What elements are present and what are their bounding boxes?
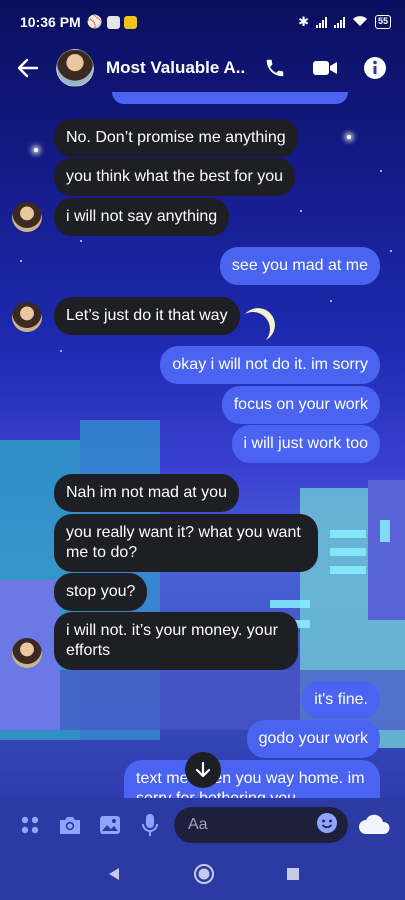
- phone-icon[interactable]: [259, 52, 291, 84]
- camera-icon[interactable]: [50, 805, 90, 845]
- wifi-icon: [352, 15, 368, 30]
- emoji-icon[interactable]: [316, 812, 338, 839]
- status-notification-icons: ⚾: [87, 14, 137, 30]
- message-input[interactable]: Aa: [174, 807, 348, 843]
- back-arrow-icon[interactable]: [0, 44, 56, 92]
- message-bubble-outgoing[interactable]: godo your work: [246, 720, 380, 758]
- info-icon[interactable]: [359, 52, 391, 84]
- app-notification-icon: [106, 15, 120, 29]
- nav-back-icon[interactable]: [106, 866, 122, 887]
- chat-header: Most Valuable A...: [0, 44, 405, 92]
- message-bubble-outgoing[interactable]: i will just work too: [231, 425, 380, 463]
- message-bubble-outgoing[interactable]: okay i will not do it. im sorry: [160, 346, 380, 384]
- arrow-down-icon: [195, 761, 211, 778]
- message-bubble-incoming[interactable]: Let’s just do it that way: [54, 297, 240, 335]
- microphone-icon[interactable]: [130, 805, 170, 845]
- contact-name[interactable]: Most Valuable A...: [106, 58, 246, 78]
- status-bar: 10:36 PM ⚾ ✱ 55: [0, 0, 405, 44]
- nav-home-icon[interactable]: [193, 863, 215, 890]
- contact-avatar-small: [12, 202, 42, 232]
- video-icon[interactable]: [309, 52, 341, 84]
- message-bubble-incoming[interactable]: you think what the best for you: [54, 158, 296, 196]
- message-bubble-outgoing[interactable]: it's fine.: [302, 681, 380, 719]
- cloud-icon[interactable]: [355, 805, 395, 845]
- message-bubble-outgoing[interactable]: text me when you way home. im sorry for …: [124, 760, 380, 798]
- message-bubble-incoming[interactable]: i will not. it’s your money. your effort…: [54, 612, 298, 670]
- system-navigation-bar: [0, 852, 405, 900]
- signal-icon: [333, 16, 345, 28]
- message-bubble-incoming[interactable]: i will not say anything: [54, 198, 230, 236]
- message-bubble-outgoing[interactable]: focus on your work: [221, 386, 380, 424]
- contact-avatar[interactable]: [56, 49, 94, 87]
- app-notification-icon: [123, 15, 137, 29]
- bluetooth-icon: ✱: [298, 14, 309, 29]
- message-bubble-incoming[interactable]: stop you?: [54, 573, 148, 611]
- contact-avatar-small: [12, 302, 42, 332]
- gallery-icon[interactable]: [90, 805, 130, 845]
- message-bubble-incoming[interactable]: No. Don’t promise me anything: [54, 119, 298, 157]
- apps-icon[interactable]: [10, 805, 50, 845]
- message-bubble-incoming[interactable]: Nah im not mad at you: [54, 474, 239, 512]
- message-composer: Aa: [0, 798, 405, 852]
- status-time: 10:36 PM: [20, 14, 81, 30]
- nav-recents-icon[interactable]: [286, 867, 300, 886]
- battery-icon: 55: [374, 15, 391, 29]
- contact-avatar-small: [12, 638, 42, 668]
- headset-icon: ⚾: [86, 14, 103, 29]
- message-bubble-partial: [112, 92, 348, 104]
- message-bubble-outgoing[interactable]: see you mad at me: [219, 247, 380, 285]
- message-input-placeholder: Aa: [188, 816, 208, 833]
- signal-icon: [315, 16, 327, 28]
- message-bubble-incoming[interactable]: you really want it? what you want me to …: [54, 514, 318, 572]
- scroll-to-bottom-button[interactable]: [185, 752, 221, 788]
